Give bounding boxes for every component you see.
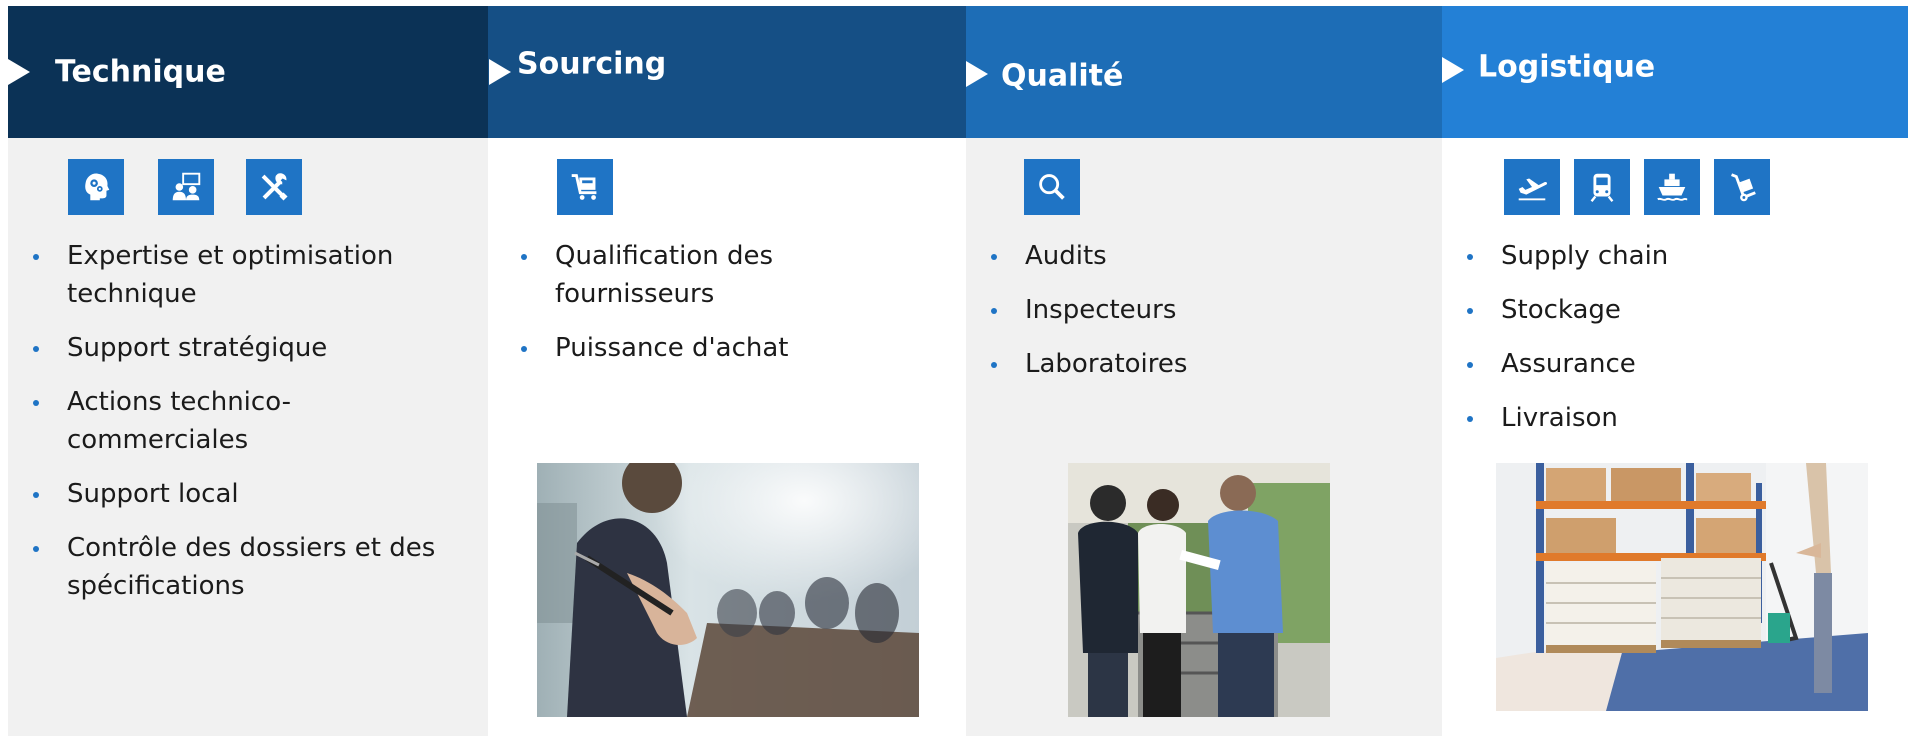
list-item: Supply chain — [1464, 237, 1764, 275]
bullet-list: Expertise et optimisation technique Supp… — [30, 237, 450, 621]
list-item: Stockage — [1464, 291, 1764, 329]
train-icon — [1574, 159, 1630, 215]
warehouse-photo — [1496, 463, 1868, 711]
meeting-photo — [537, 463, 919, 717]
column-title: Sourcing — [517, 46, 667, 82]
list-item: Actions technico-commerciales — [30, 383, 327, 459]
column-logistique: Logistique Supply chain Stockage Assuran… — [1442, 6, 1908, 736]
magnifier-icon — [1024, 159, 1080, 215]
list-item: Livraison — [1464, 399, 1764, 437]
play-arrow-icon — [1442, 57, 1464, 83]
column-header-technique: Technique — [8, 6, 488, 138]
column-body-qualite: Audits Inspecteurs Laboratoires — [966, 138, 1442, 736]
inspection-photo — [1068, 463, 1330, 717]
tools-icon — [246, 159, 302, 215]
list-item: Expertise et optimisation technique — [30, 237, 450, 313]
play-arrow-icon — [489, 59, 511, 85]
column-header-sourcing: Sourcing — [488, 6, 966, 138]
list-item: Contrôle des dossiers et des spécificati… — [30, 529, 450, 605]
ship-icon — [1644, 159, 1700, 215]
list-item: Qualification des fournisseurs — [518, 237, 795, 313]
play-arrow-icon — [966, 61, 988, 87]
list-item: Inspecteurs — [988, 291, 1288, 329]
column-body-sourcing: Qualification des fournisseurs Puissance… — [488, 138, 966, 736]
bullet-list: Audits Inspecteurs Laboratoires — [988, 237, 1288, 399]
list-item: Support local — [30, 475, 450, 513]
bullet-list: Qualification des fournisseurs Puissance… — [518, 237, 818, 383]
list-item: Puissance d'achat — [518, 329, 818, 367]
column-qualite: Qualité Audits Inspecteurs Laboratoires — [966, 6, 1442, 736]
head-gears-icon — [68, 159, 124, 215]
column-sourcing: Sourcing Qualification des fournisseurs … — [488, 6, 966, 736]
list-item: Assurance — [1464, 345, 1764, 383]
column-title: Logistique — [1478, 49, 1656, 85]
airplane-icon — [1504, 159, 1560, 215]
list-item: Support stratégique — [30, 329, 450, 367]
column-body-logistique: Supply chain Stockage Assurance Livraiso… — [1442, 138, 1908, 736]
hand-truck-icon — [1714, 159, 1770, 215]
column-header-logistique: Logistique — [1442, 6, 1908, 138]
column-body-technique: Expertise et optimisation technique Supp… — [8, 138, 488, 736]
list-item: Laboratoires — [988, 345, 1288, 383]
team-board-icon — [158, 159, 214, 215]
column-header-qualite: Qualité — [966, 6, 1442, 138]
column-title: Qualité — [1001, 58, 1124, 94]
column-technique: Technique Expertise et optimisation tech… — [8, 6, 488, 736]
bullet-list: Supply chain Stockage Assurance Livraiso… — [1464, 237, 1764, 453]
list-item: Audits — [988, 237, 1288, 275]
shopping-cart-icon — [557, 159, 613, 215]
play-arrow-icon — [8, 59, 30, 85]
column-title: Technique — [55, 54, 226, 90]
